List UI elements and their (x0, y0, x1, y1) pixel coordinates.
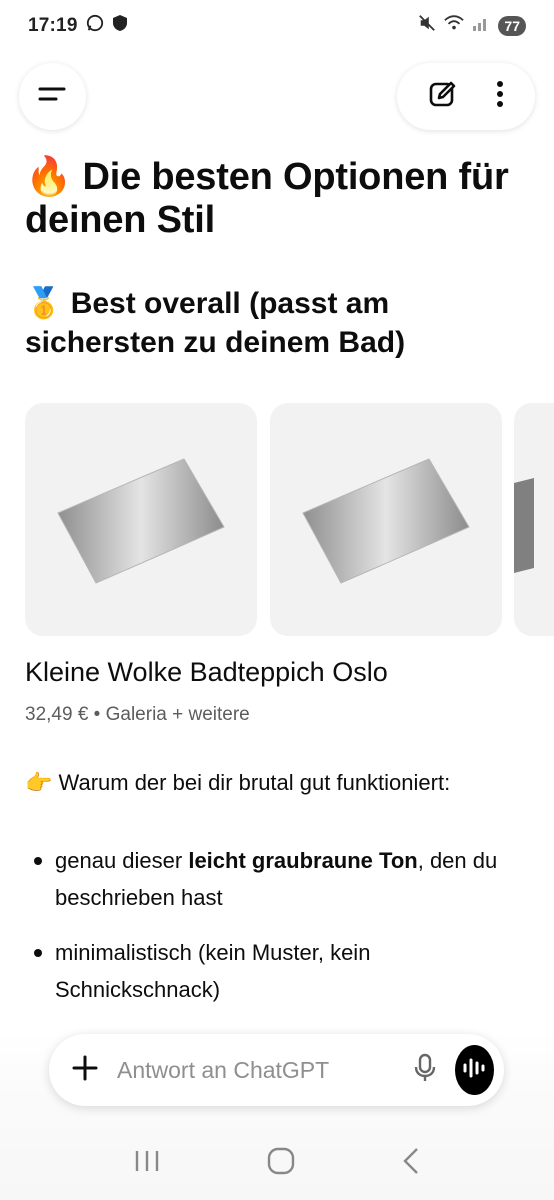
product-meta: 32,49 € • Galeria + weitere (25, 704, 250, 725)
product-name[interactable]: Kleine Wolke Badteppich Oslo (25, 657, 388, 688)
whatsapp-icon (86, 14, 104, 38)
rug-image (514, 478, 534, 573)
message-content: 🔥 Die besten Optionen für deinen Stil 🥇 … (0, 150, 554, 362)
system-navigation-bar (0, 1126, 554, 1200)
status-bar: 17:19 77 (0, 0, 554, 52)
wifi-icon (444, 14, 465, 38)
plus-icon[interactable] (71, 1054, 99, 1087)
voice-mode-button[interactable] (455, 1045, 494, 1095)
recent-apps-icon[interactable] (133, 1149, 161, 1178)
edit-icon[interactable] (428, 79, 458, 114)
menu-icon (38, 83, 68, 110)
microphone-icon[interactable] (413, 1053, 437, 1088)
why-heading: 👉 Warum der bei dir brutal gut funktioni… (25, 770, 451, 795)
more-vertical-icon[interactable] (495, 79, 505, 114)
product-image-card[interactable] (25, 403, 257, 636)
battery-indicator: 77 (498, 16, 526, 36)
bullet-text: minimalistisch (kein Muster, kein Schnic… (55, 940, 371, 1002)
status-time: 17:19 (28, 15, 78, 36)
rug-image (57, 457, 225, 584)
back-icon[interactable] (401, 1147, 421, 1180)
mute-icon (418, 14, 436, 38)
header-actions (397, 63, 535, 130)
message-input[interactable] (117, 1056, 413, 1084)
waveform-icon (462, 1057, 488, 1084)
bullet-list: genau dieser leicht graubraune Ton, den … (30, 842, 530, 1026)
product-image-card[interactable] (270, 403, 502, 636)
composer-bar (49, 1034, 504, 1106)
bullet-bold-text: leicht graubraune Ton (188, 848, 418, 873)
home-icon[interactable] (267, 1147, 295, 1180)
section-title: 🥇 Best overall (passt am sichersten zu d… (25, 287, 406, 359)
signal-icon (472, 14, 490, 38)
list-item: genau dieser leicht graubraune Ton, den … (30, 842, 530, 916)
list-item: minimalistisch (kein Muster, kein Schnic… (30, 934, 530, 1008)
product-image-card[interactable] (514, 403, 554, 636)
rug-image (302, 457, 470, 584)
shield-icon (112, 14, 128, 38)
menu-button[interactable] (19, 63, 86, 130)
page-title: 🔥 Die besten Optionen für deinen Stil (25, 156, 509, 241)
bullet-text: genau dieser (55, 848, 189, 873)
product-carousel[interactable] (25, 403, 554, 636)
top-bar (0, 60, 554, 132)
